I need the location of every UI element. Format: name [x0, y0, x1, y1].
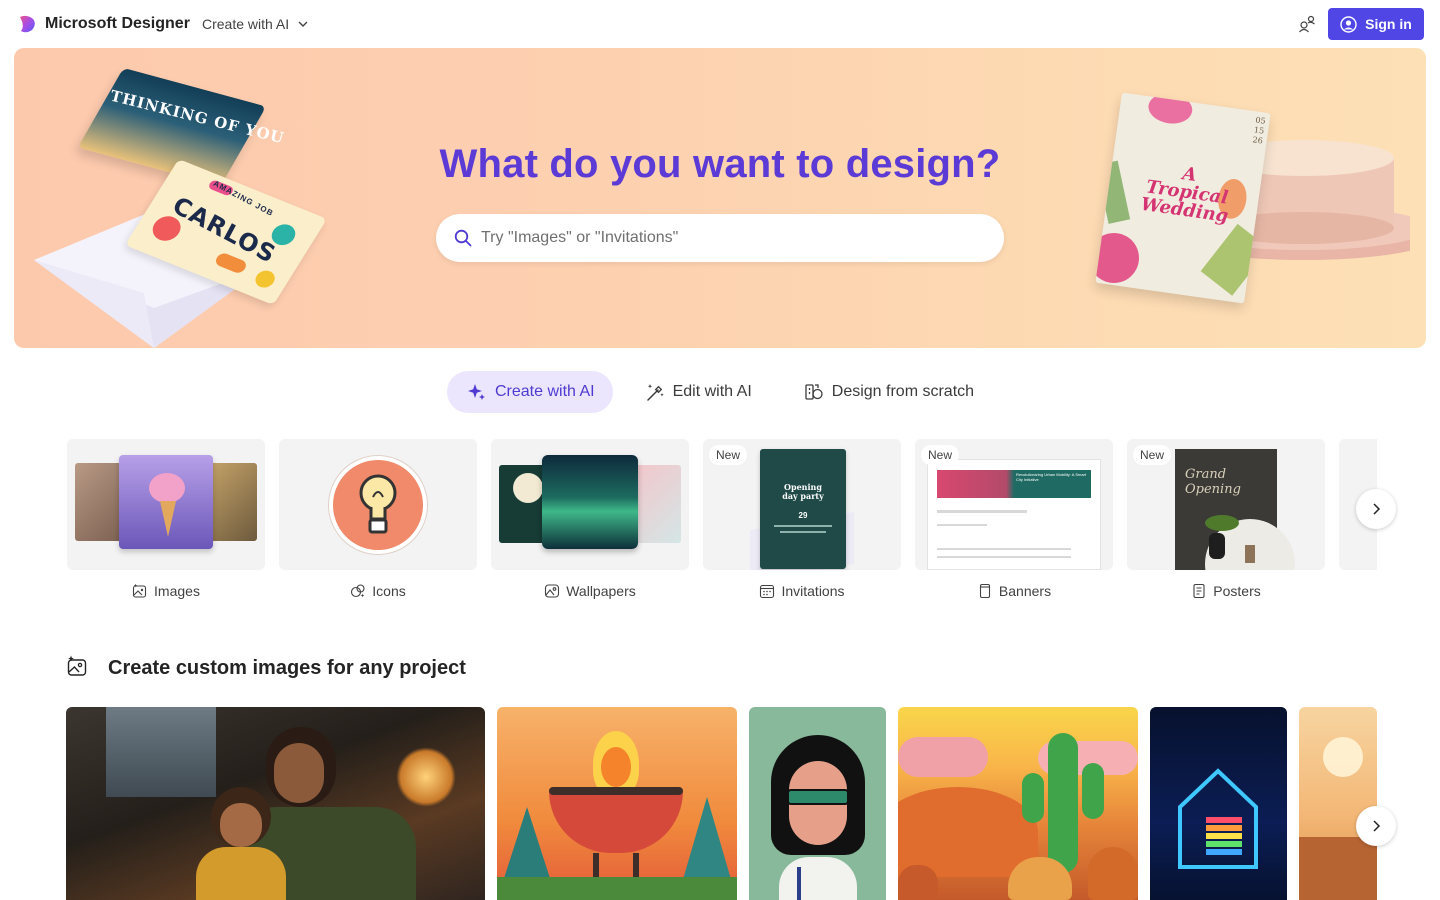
gallery-image-woman-portrait[interactable]: [749, 707, 886, 900]
banner-phone-icon: [979, 583, 990, 599]
create-with-ai-menu-label: Create with AI: [202, 16, 290, 32]
category-invitations-label: Invitations: [781, 583, 845, 599]
category-banners-label-row: Banners: [915, 581, 1113, 601]
tab-design-from-scratch[interactable]: Design from scratch: [784, 371, 992, 413]
category-banners[interactable]: Revolutionizing Urban Mobility: A Smart …: [915, 439, 1113, 601]
tab-edit-with-ai-label: Edit with AI: [672, 383, 752, 400]
sparkle-icon: [468, 384, 485, 400]
category-wallpapers-label: Wallpapers: [566, 583, 636, 599]
gallery-next-button[interactable]: [1356, 806, 1396, 846]
category-wallpapers-thumbnail[interactable]: [491, 439, 689, 570]
invitation-thumb-date: 29: [798, 511, 808, 520]
category-images-label: Images: [154, 583, 200, 599]
category-posters[interactable]: Grand Opening New Posters: [1127, 439, 1325, 601]
category-wallpapers-label-row: Wallpapers: [491, 581, 689, 601]
category-invitations[interactable]: Opening day party 29 New Invitations: [703, 439, 901, 601]
icons-shapes-icon: [351, 584, 365, 598]
mode-tabs: Create with AI Edit with AI Design from …: [447, 371, 992, 413]
category-posters-label: Posters: [1213, 583, 1261, 599]
tropical-wedding-card-text: A Tropical Wedding: [1139, 163, 1230, 227]
hero-banner: THINKING OF YOU AMAZING JOB CARLOS What …: [14, 48, 1426, 348]
design-shapes-icon: [805, 384, 823, 400]
gallery-image-desert-cactus[interactable]: [898, 707, 1138, 900]
sign-in-button[interactable]: Sign in: [1328, 8, 1424, 40]
user-avatar-icon: [1340, 15, 1357, 33]
gallery-image-glowing-house[interactable]: [1150, 707, 1287, 900]
designer-logo-icon[interactable]: [17, 14, 37, 34]
new-badge: New: [921, 445, 960, 465]
category-images-label-row: Images: [67, 581, 265, 601]
app-name[interactable]: Microsoft Designer: [45, 14, 190, 34]
wallpaper-sparkle-icon: [545, 584, 560, 598]
gallery-image-sunset[interactable]: [1299, 707, 1377, 900]
lightbulb-icon: [359, 474, 397, 534]
section-title: Create custom images for any project: [108, 657, 466, 679]
categories-next-button[interactable]: [1356, 489, 1396, 529]
poster-document-icon: [1193, 583, 1205, 599]
category-posters-thumbnail[interactable]: Grand Opening New: [1127, 439, 1325, 570]
new-badge: New: [1133, 445, 1172, 465]
category-images-thumbnail[interactable]: [67, 439, 265, 570]
share-button[interactable]: [1296, 13, 1318, 35]
gallery-image-grill[interactable]: [497, 707, 737, 900]
invitation-thumb-title: Opening day party: [782, 482, 824, 501]
category-icons-label-row: Icons: [279, 581, 477, 601]
gallery-image-mother-child-reading[interactable]: [66, 707, 485, 900]
image-sparkle-icon: [67, 655, 87, 676]
search-box[interactable]: [436, 214, 1004, 262]
search-input[interactable]: [481, 229, 961, 247]
category-wallpapers[interactable]: Wallpapers: [491, 439, 689, 601]
category-banners-label: Banners: [998, 583, 1052, 599]
image-sparkle-icon: [132, 583, 147, 598]
tab-create-with-ai[interactable]: Create with AI: [447, 371, 613, 413]
category-images[interactable]: Images: [67, 439, 265, 601]
sign-in-label: Sign in: [1365, 16, 1412, 32]
category-icons-thumbnail[interactable]: [279, 439, 477, 570]
create-with-ai-menu[interactable]: Create with AI: [202, 14, 309, 34]
chevron-right-icon: [1373, 820, 1381, 832]
share-people-icon: [1299, 15, 1315, 33]
category-icons[interactable]: Icons: [279, 439, 477, 601]
category-invitations-label-row: Invitations: [703, 581, 901, 601]
magic-wand-icon: [646, 384, 664, 401]
tab-design-from-scratch-label: Design from scratch: [831, 383, 975, 400]
top-bar: Microsoft Designer Create with AI Sign i…: [0, 0, 1440, 48]
search-icon: [454, 229, 472, 247]
category-icons-label: Icons: [372, 583, 406, 599]
category-posters-label-row: Posters: [1127, 581, 1325, 601]
chevron-right-icon: [1373, 503, 1381, 515]
new-badge: New: [709, 445, 748, 465]
category-banners-thumbnail[interactable]: Revolutionizing Urban Mobility: A Smart …: [915, 439, 1113, 570]
glowing-house-art: [1178, 768, 1258, 869]
calendar-icon: [760, 584, 775, 599]
tab-edit-with-ai[interactable]: Edit with AI: [625, 371, 770, 413]
poster-thumb-title: Grand Opening: [1185, 467, 1241, 497]
category-invitations-thumbnail[interactable]: Opening day party 29 New: [703, 439, 901, 570]
chevron-down-icon: [298, 21, 308, 27]
banner-thumb-title: Revolutionizing Urban Mobility: A Smart …: [1016, 472, 1087, 482]
tab-create-with-ai-label: Create with AI: [495, 383, 595, 400]
